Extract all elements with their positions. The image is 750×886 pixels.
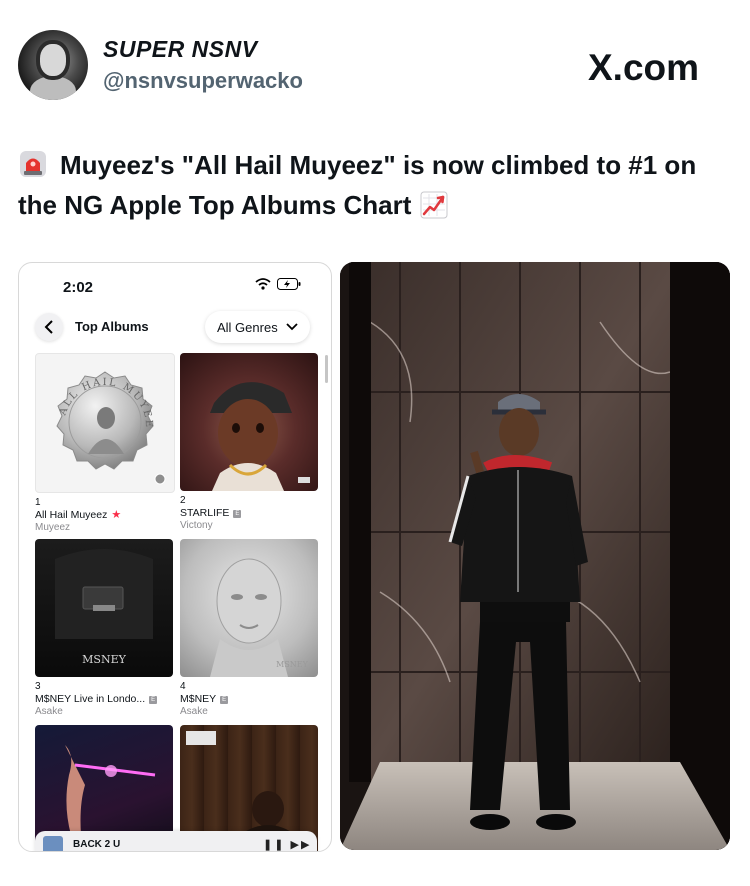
album-cover-coin: ALL HAIL MUYEEZ xyxy=(35,353,175,493)
chart-increasing-icon xyxy=(419,190,449,220)
album-artist: Muyeez xyxy=(35,522,71,533)
avatar[interactable] xyxy=(18,30,88,100)
genre-filter-button[interactable]: All Genres xyxy=(205,311,310,343)
chevron-down-icon xyxy=(286,323,298,331)
explicit-icon: E xyxy=(233,509,242,518)
avatar-face xyxy=(40,44,66,76)
album-rank: 4 xyxy=(180,681,186,692)
star-icon: ★ xyxy=(111,509,122,521)
album-rank: 1 xyxy=(35,497,41,508)
album-item[interactable]: ALL HAIL MUYEEZ 1 All Hail Muyeez★ Muyee… xyxy=(35,353,175,534)
album-artist: Victony xyxy=(180,520,213,531)
album-title: M$NEY Live in Londo... E xyxy=(35,693,158,705)
nav-title: Top Albums xyxy=(75,319,149,334)
svg-text:MSNEY: MSNEY xyxy=(276,660,309,669)
site-badge: X.com xyxy=(588,47,700,88)
artist-photo xyxy=(340,262,730,850)
battery-charging-icon xyxy=(277,277,301,295)
album-rank: 2 xyxy=(180,495,186,506)
album-rank: 3 xyxy=(35,681,41,692)
scrollbar[interactable] xyxy=(325,355,328,383)
album-item[interactable]: MSNEY 3 M$NEY Live in Londo... E Asake xyxy=(35,539,173,718)
album-artist: Asake xyxy=(35,706,63,717)
avatar-body xyxy=(30,76,76,100)
svg-text:MSNEY: MSNEY xyxy=(82,653,126,666)
status-time: 2:02 xyxy=(63,279,94,296)
album-title: M$NEY E xyxy=(180,693,229,705)
status-bar-icons xyxy=(255,277,301,295)
back-button[interactable] xyxy=(35,313,63,341)
album-item[interactable]: MSNEY 4 M$NEY E Asake xyxy=(180,539,318,718)
explicit-icon: E xyxy=(220,695,229,704)
siren-icon xyxy=(18,149,48,179)
now-playing-artwork xyxy=(43,836,63,851)
album-cover-msney: MSNEY xyxy=(180,539,318,677)
wifi-icon xyxy=(255,277,271,295)
display-name[interactable]: SUPER NSNV xyxy=(103,36,258,63)
album-cover-child-portrait xyxy=(180,353,318,491)
phone-screenshot: 2:02 Top Albums All Genres ALL HAIL MUYE… xyxy=(18,262,332,852)
album-item[interactable]: 2 STARLIFE E Victony xyxy=(180,353,318,532)
now-playing-bar[interactable]: BACK 2 U ❚❚ ▶▶ xyxy=(35,831,317,851)
now-playing-title: BACK 2 U xyxy=(73,839,121,850)
tweet-body: Muyeez's "All Hail Muyeez" is now climbe… xyxy=(18,150,697,220)
chevron-left-icon xyxy=(44,320,53,334)
album-artist: Asake xyxy=(180,706,208,717)
explicit-icon: E xyxy=(149,695,158,704)
tweet-text: Muyeez's "All Hail Muyeez" is now climbe… xyxy=(18,145,733,225)
playback-controls[interactable]: ❚❚ ▶▶ xyxy=(263,838,311,851)
user-handle[interactable]: @nsnvsuperwacko xyxy=(103,68,303,94)
album-cover-msney-live: MSNEY xyxy=(35,539,173,677)
album-title: All Hail Muyeez ★ xyxy=(35,509,122,521)
album-title: STARLIFE E xyxy=(180,507,242,519)
genre-filter-label: All Genres xyxy=(217,319,278,335)
